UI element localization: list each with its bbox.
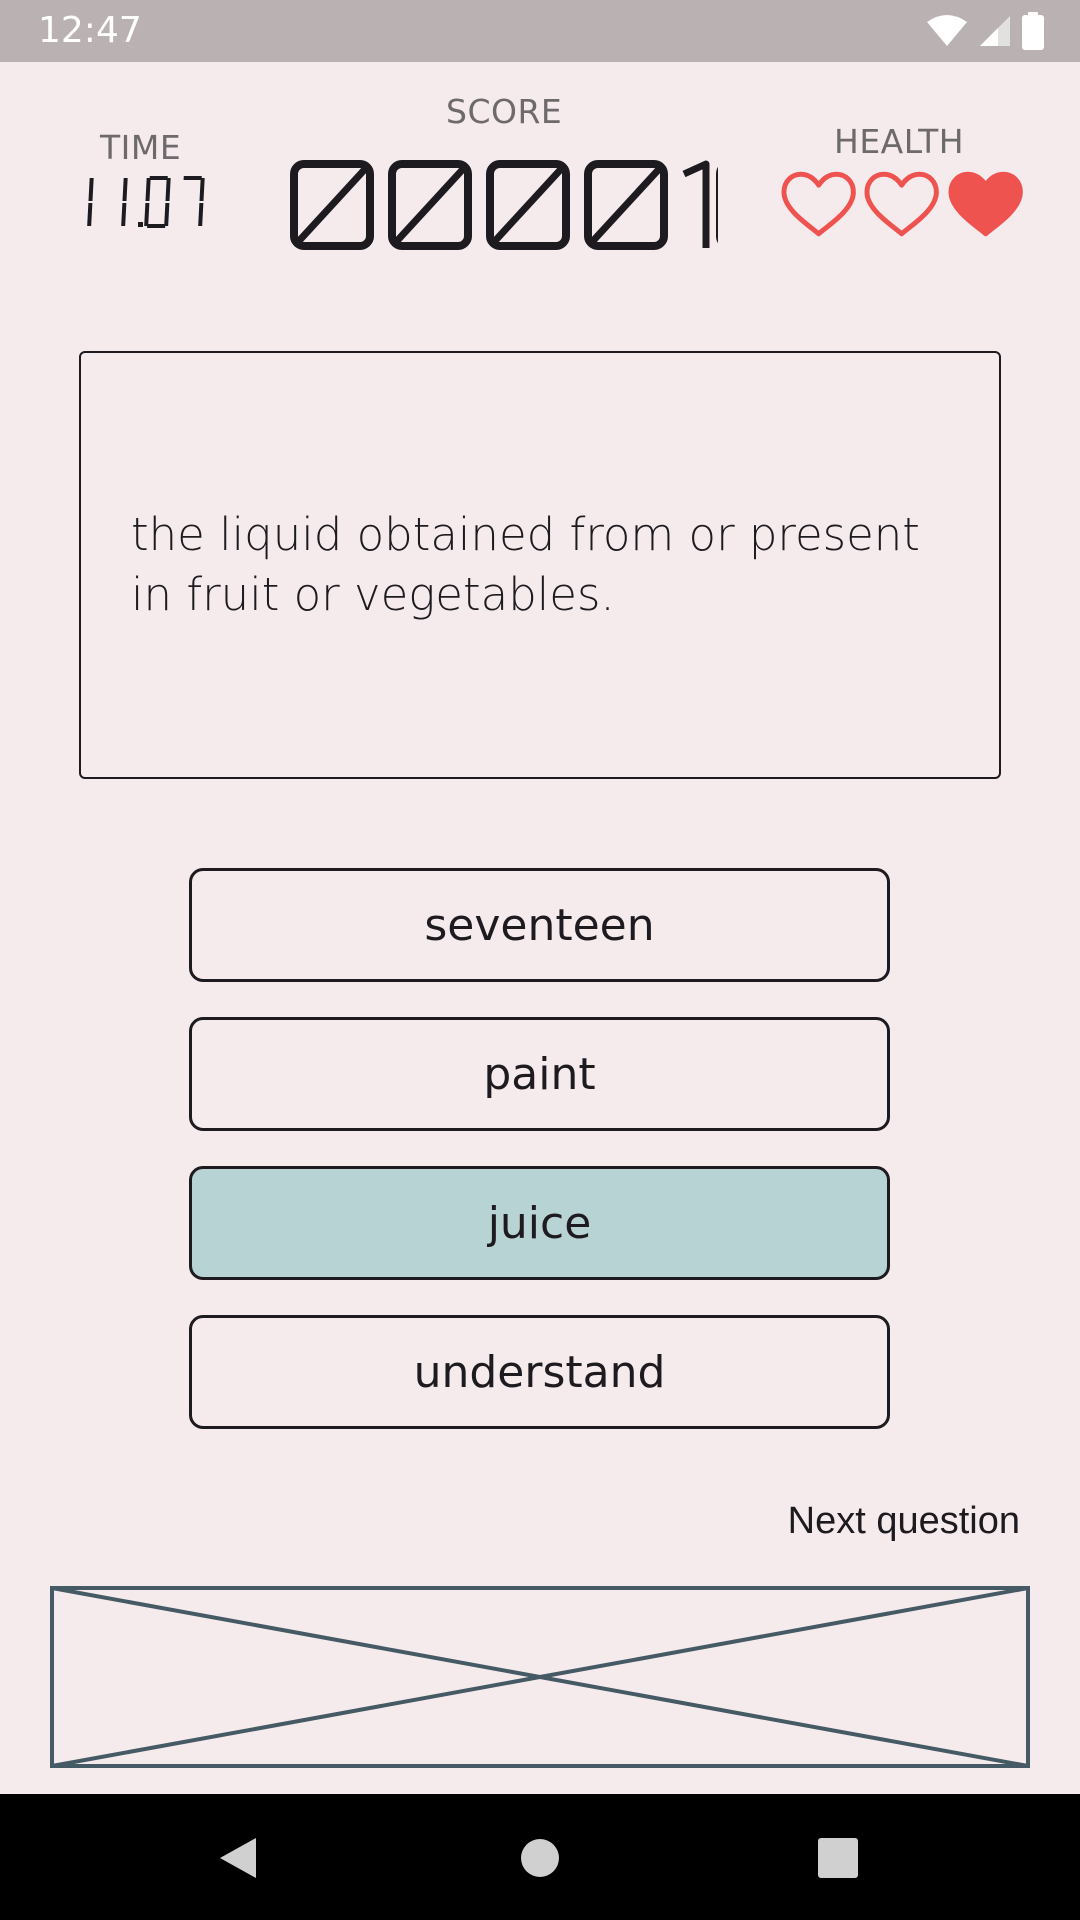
health-hearts	[780, 170, 1024, 240]
next-question-button[interactable]: Next question	[740, 1500, 1020, 1550]
time-label: TIME	[100, 128, 182, 167]
timer-decimal-point	[138, 222, 143, 227]
heart-empty-icon	[781, 171, 856, 237]
status-time: 12:47	[38, 10, 142, 51]
timer-digit	[183, 176, 205, 226]
answer-option-2[interactable]: paint	[189, 1017, 890, 1131]
wifi-icon	[927, 15, 967, 46]
signal-icon	[980, 16, 1010, 46]
ad-placeholder	[50, 1586, 1030, 1768]
score-digit	[584, 160, 668, 250]
timer-display	[87, 176, 205, 228]
score-display	[290, 160, 718, 250]
question-text: the liquid obtained from or present in f…	[131, 508, 920, 621]
timer-digit	[121, 178, 128, 226]
health-label: HEALTH	[834, 122, 965, 161]
timer-digit	[144, 176, 171, 228]
status-icons	[926, 12, 1044, 50]
navigation-bar	[0, 1794, 1080, 1920]
score-digit	[290, 160, 374, 250]
status-bar: 12:47	[0, 0, 1080, 62]
recents-icon[interactable]	[814, 1834, 862, 1882]
timer-digit	[87, 178, 94, 226]
answer-option-4[interactable]: understand	[189, 1315, 890, 1429]
question-card: the liquid obtained from or present in f…	[79, 351, 1001, 779]
heart-empty-icon	[864, 171, 940, 237]
battery-icon	[1022, 12, 1044, 50]
heart-full-icon	[948, 171, 1023, 237]
score-digit	[486, 160, 570, 250]
answer-option-1[interactable]: seventeen	[189, 868, 890, 982]
home-icon[interactable]	[516, 1834, 564, 1882]
score-digit	[388, 160, 472, 250]
back-icon[interactable]	[214, 1834, 262, 1882]
score-label: SCORE	[446, 92, 563, 131]
answer-option-3[interactable]: juice	[189, 1166, 890, 1280]
score-digit	[682, 160, 710, 248]
